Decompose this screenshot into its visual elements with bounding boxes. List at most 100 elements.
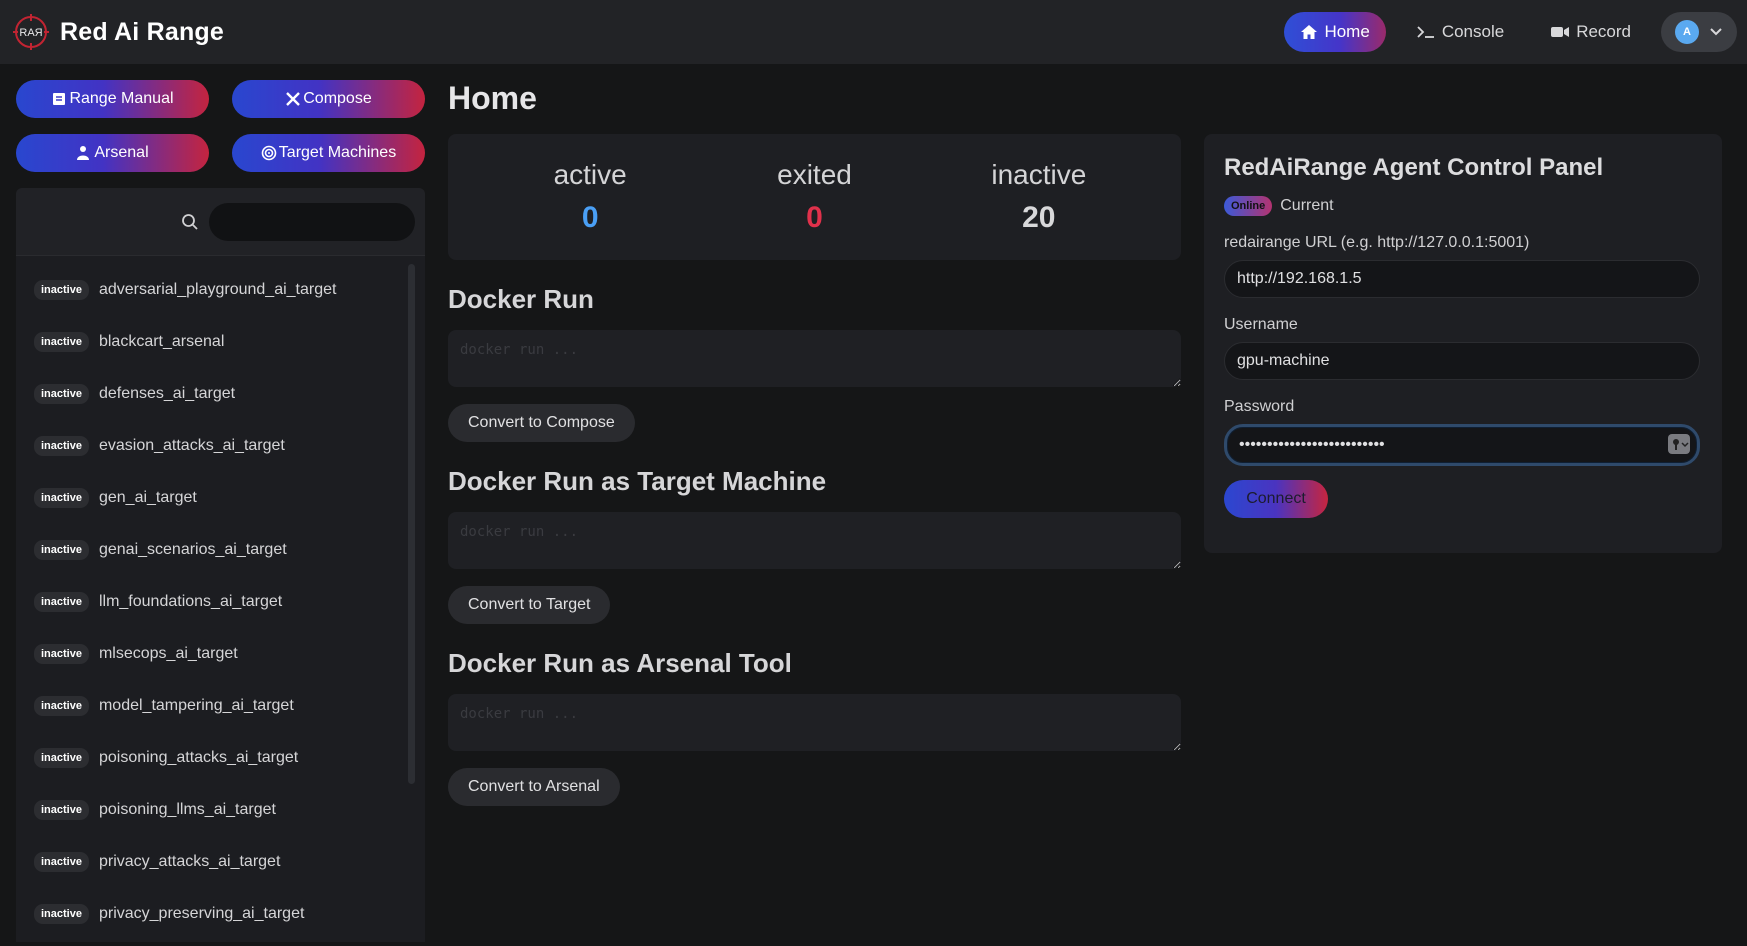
docker-target-title: Docker Run as Target Machine: [448, 466, 827, 496]
status-badge: inactive: [34, 592, 89, 612]
brand-logo-icon: RAЯ: [12, 13, 50, 51]
target-machines-button[interactable]: Target Machines: [232, 134, 425, 172]
password-label: Password: [1224, 398, 1295, 415]
list-item-name: mlsecops_ai_target: [98, 645, 238, 662]
key-icon[interactable]: [1668, 434, 1690, 454]
agent-control-panel: RedAiRange Agent Control Panel Online Cu…: [1204, 134, 1722, 553]
list-item[interactable]: inactive privacy_attacks_ai_target: [16, 836, 425, 888]
user-shield-icon: [77, 146, 90, 160]
search-input[interactable]: [209, 202, 415, 241]
stat-active-value: 0: [581, 201, 599, 234]
list-item[interactable]: inactive mlsecops_ai_target: [16, 628, 425, 680]
compose-button[interactable]: Compose: [232, 80, 425, 118]
list-item[interactable]: inactive poisoning_attacks_ai_target: [16, 732, 425, 784]
page-title: Home: [448, 80, 537, 116]
status-badge: inactive: [34, 904, 89, 924]
list-item-name: defenses_ai_target: [98, 385, 236, 402]
avatar: A: [1675, 20, 1699, 44]
list-item[interactable]: inactive genai_scenarios_ai_target: [16, 524, 425, 576]
target-machines-label: Target Machines: [278, 144, 397, 161]
list-item-name: privacy_attacks_ai_target: [98, 853, 281, 870]
list-item-name: gen_ai_target: [98, 489, 197, 506]
username-field[interactable]: [1224, 342, 1700, 380]
nav-home[interactable]: Home: [1284, 12, 1386, 52]
list-item[interactable]: inactive privacy_preserving_ai_target: [16, 888, 425, 940]
status-badge: inactive: [34, 696, 89, 716]
connect-button[interactable]: Connect: [1224, 480, 1328, 518]
list-item-name: genai_scenarios_ai_target: [98, 541, 287, 558]
status-badge: inactive: [34, 488, 89, 508]
arsenal-button[interactable]: Arsenal: [16, 134, 209, 172]
list-item-name: privacy_preserving_ai_target: [98, 905, 305, 922]
agent-panel-title: RedAiRange Agent Control Panel: [1224, 154, 1604, 181]
password-wrapper: [1224, 416, 1702, 466]
main-nav: Home Console Record A: [1284, 12, 1737, 52]
stat-inactive-value: 20: [1022, 201, 1056, 234]
book-icon: [53, 93, 66, 105]
nav-record-label: Record: [1576, 22, 1631, 41]
password-field[interactable]: [1224, 424, 1700, 466]
status-badge: inactive: [34, 436, 89, 456]
status-current-label: Current: [1280, 197, 1334, 214]
video-camera-icon: [1551, 27, 1570, 37]
search-panel: [16, 188, 425, 255]
user-menu-button[interactable]: A: [1661, 12, 1737, 52]
nav-record[interactable]: Record: [1534, 12, 1647, 52]
agent-status: Online Current: [1224, 196, 1702, 216]
chevron-down-icon: [1710, 28, 1722, 36]
stat-exited: exited 0: [729, 159, 899, 235]
brand-logo-text: RAЯ: [19, 27, 42, 39]
url-label: redairange URL (e.g. http://127.0.0.1:50…: [1224, 234, 1530, 251]
docker-arsenal-title: Docker Run as Arsenal Tool: [448, 648, 792, 678]
brand[interactable]: RAЯ Red Ai Range: [12, 13, 224, 51]
stat-exited-label: exited: [777, 159, 852, 190]
stat-inactive: inactive 20: [954, 159, 1124, 235]
stat-active: active 0: [505, 159, 675, 235]
docker-run-title: Docker Run: [448, 284, 594, 314]
list-item[interactable]: inactive defenses_ai_target: [16, 368, 425, 420]
list-item-name: evasion_attacks_ai_target: [98, 437, 285, 454]
list-item[interactable]: inactive model_tampering_ai_target: [16, 680, 425, 732]
list-item[interactable]: inactive adversarial_playground_ai_target: [16, 264, 425, 316]
url-field[interactable]: [1224, 260, 1700, 298]
status-badge: inactive: [34, 540, 89, 560]
range-manual-button[interactable]: Range Manual: [16, 80, 209, 118]
status-badge: inactive: [34, 800, 89, 820]
list-item[interactable]: inactive poisoning_llms_ai_target: [16, 784, 425, 836]
convert-to-target-button[interactable]: Convert to Target: [448, 586, 611, 624]
home-icon: [1301, 25, 1318, 39]
container-list: inactive adversarial_playground_ai_target…: [16, 256, 425, 940]
list-item[interactable]: inactive llm_foundations_ai_target: [16, 576, 425, 628]
status-badge: inactive: [34, 280, 89, 300]
terminal-icon: [1417, 26, 1434, 38]
status-badge: inactive: [34, 332, 89, 352]
list-item[interactable]: inactive evasion_attacks_ai_target: [16, 420, 425, 472]
list-item[interactable]: inactive gen_ai_target: [16, 472, 425, 524]
nav-console[interactable]: Console: [1400, 12, 1520, 52]
list-item-name: adversarial_playground_ai_target: [98, 281, 337, 298]
status-badge: inactive: [34, 384, 89, 404]
list-scrollbar[interactable]: [408, 264, 415, 784]
convert-to-arsenal-button[interactable]: Convert to Arsenal: [448, 768, 620, 806]
compose-label: Compose: [303, 90, 372, 107]
status-badge-text: Online: [1231, 200, 1266, 212]
sidebar: Range Manual Compose Arsenal Target Mach…: [16, 80, 425, 942]
list-item[interactable]: inactive blackcart_arsenal: [16, 316, 425, 368]
list-item-name: llm_foundations_ai_target: [98, 593, 283, 610]
tools-icon: [286, 92, 301, 106]
target-icon: [261, 145, 277, 161]
brand-title: Red Ai Range: [60, 17, 224, 46]
status-badge: inactive: [34, 852, 89, 872]
convert-to-compose-button[interactable]: Convert to Compose: [448, 404, 635, 442]
list-item-name: poisoning_attacks_ai_target: [98, 749, 299, 766]
docker-run-input[interactable]: [448, 330, 1181, 387]
nav-console-label: Console: [1441, 22, 1505, 41]
container-stats: active 0 exited 0 inactive 20: [448, 134, 1181, 260]
arsenal-label: Arsenal: [94, 144, 149, 161]
search-icon: [182, 213, 198, 230]
status-badge: inactive: [34, 748, 89, 768]
docker-target-input[interactable]: [448, 512, 1181, 569]
sidebar-actions: Range Manual Compose Arsenal Target Mach…: [16, 80, 425, 172]
stat-active-label: active: [553, 159, 627, 190]
docker-arsenal-input[interactable]: [448, 694, 1181, 751]
